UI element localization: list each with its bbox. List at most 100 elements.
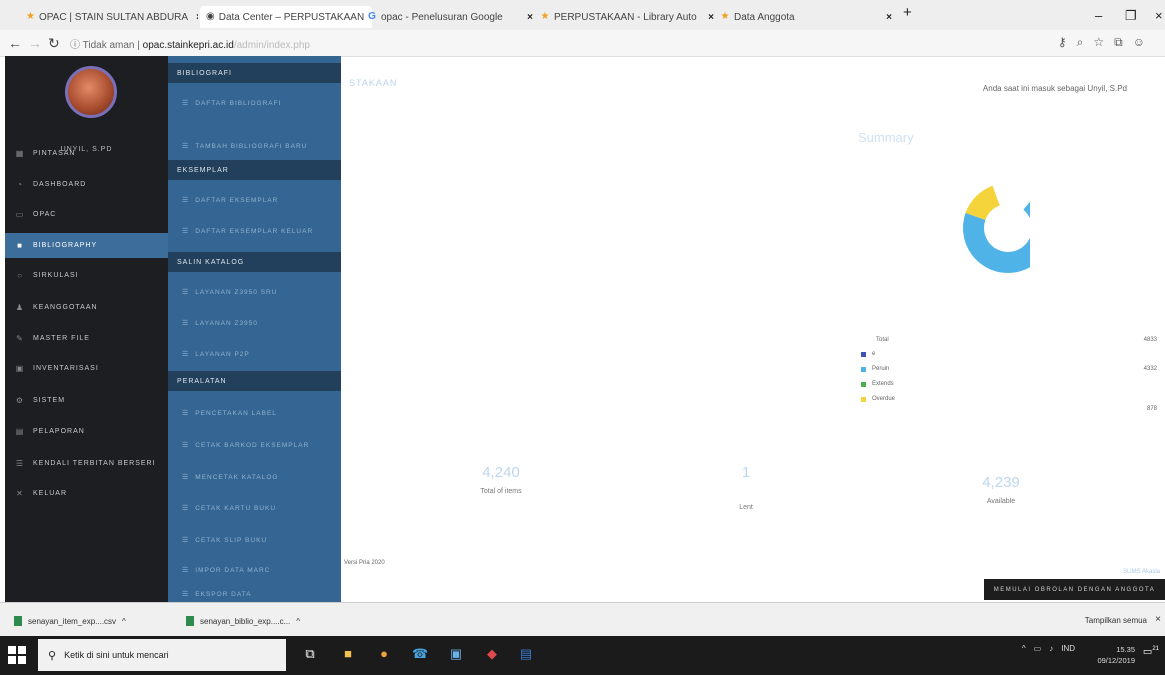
submenu-item-pencetakan-label[interactable]: ☰ PENCETAKAN LABEL [168,403,341,423]
download-filename: senayan_item_exp....csv [28,616,117,626]
volume-icon[interactable]: ♪ [1049,644,1053,653]
monitor-icon: ▭ [15,209,25,219]
close-downloads-icon[interactable]: × [1155,614,1161,625]
sidebar-item-sirkulasi[interactable]: ○ SIRKULASI [5,264,168,286]
search-icon: ⚲ [48,649,57,662]
submenu-item-ekspor-data[interactable]: ☰ EKSPOR DATA [168,584,341,604]
sidebar-item-dashboard[interactable]: ◔ DASHBOARD [5,173,168,195]
taskbar-search-input[interactable]: ⚲ Ketik di sini untuk mencari [38,639,286,671]
media-icon[interactable]: ◆ [484,646,500,662]
submenu-item-p2p[interactable]: ☰ LAYANAN P2P [168,344,341,364]
chat-banner-button[interactable]: MEMULAI OBROLAN DENGAN ANGGOTA [984,579,1165,600]
close-icon[interactable]: × [192,12,198,23]
submenu-item-label: DAFTAR EKSEMPLAR KELUAR [195,227,314,235]
submenu-item-label: CETAK SLIP BUKU [195,536,268,544]
submenu-item-cetak-slip-buku[interactable]: ☰ CETAK SLIP BUKU [168,530,341,550]
legend-swatch [861,351,866,357]
submenu-item-daftar-eksemplar[interactable]: ☰ DAFTAR EKSEMPLAR [168,190,341,210]
plus-icon: ☰ [182,143,190,150]
tab-data-anggota[interactable]: ★ Data Anggota × [720,6,892,28]
url-path: /admin/index.php [233,40,310,51]
minimize-icon[interactable]: – [1095,8,1102,23]
forward-icon[interactable]: → [28,35,42,51]
sidebar-item-bibliography[interactable]: ■ BIBLIOGRAPHY [5,233,168,258]
legend-item[interactable]: Extends [861,381,894,387]
submenu-item-eksemplar-keluar[interactable]: ☰ DAFTAR EKSEMPLAR KELUAR [168,221,341,241]
list-icon: ☰ [182,100,190,107]
legend-item[interactable]: Peruin [861,366,889,372]
submenu-item-z3950[interactable]: ☰ LAYANAN Z3950 [168,313,341,333]
star-icon: ★ [540,11,550,22]
url-field[interactable]: ⓘ Tidak aman | opac.stainkepri.ac.id/adm… [70,36,310,51]
taskbar-clock[interactable]: 15.35 09/12/2019 [1097,644,1135,666]
zoom-icon[interactable]: ⌕ [1077,35,1094,49]
word-icon[interactable]: ▤ [518,646,534,662]
phone-icon[interactable]: ☎ [412,646,428,662]
tab-title: Data Center – PERPUSTAKAAN [218,11,365,23]
close-window-icon[interactable]: × [1155,8,1163,23]
tab-google[interactable]: G opac - Penelusuran Google × [367,6,533,28]
chevron-up-icon[interactable]: ^ [296,617,300,626]
submenu-item-cetak-barkod[interactable]: ☰ CETAK BARKOD EKSEMPLAR [168,435,341,455]
sidebar-item-label: OPAC [33,210,57,218]
extension-icon[interactable]: ⧉ [1114,35,1133,49]
close-icon[interactable]: × [704,12,714,23]
avatar[interactable] [65,66,117,118]
download-item[interactable]: senayan_item_exp....csv ^ [14,616,126,626]
tab-data-center[interactable]: ◉ Data Center – PERPUSTAKAAN × [200,6,372,28]
summary-title: Summary [858,130,914,145]
sidebar-item-keanggotaan[interactable]: ♟ KEANGGOTAAN [5,296,168,318]
submenu-item-label: DAFTAR EKSEMPLAR [195,196,279,204]
chevron-up-icon[interactable]: ^ [122,617,126,626]
profile-icon[interactable]: ☺ [1133,35,1155,49]
key-icon[interactable]: ⚷ [1058,35,1077,49]
close-icon[interactable]: × [882,12,892,23]
file-explorer-icon[interactable]: ■ [340,646,356,662]
sidebar-item-label: INVENTARISASI [33,364,99,372]
chrome-icon[interactable]: ● [376,646,392,662]
close-icon[interactable]: × [523,12,533,23]
bookmark-icon: ■ [17,241,23,250]
sidebar-item-keluar[interactable]: ✕ KELUAR [5,482,168,504]
legend-item[interactable]: e [861,351,875,357]
sidebar-item-sistem[interactable]: ⚙ SISTEM [5,389,168,411]
sidebar-item-pelaporan[interactable]: ▤ PELAPORAN [5,420,168,442]
download-item[interactable]: senayan_biblio_exp....c... ^ [186,616,300,626]
chevron-up-icon[interactable]: ^ [1022,644,1026,653]
submenu-item-cetak-kartu-buku[interactable]: ☰ CETAK KARTU BUKU [168,498,341,518]
sidebar-item-master-file[interactable]: ✎ MASTER FILE [5,327,168,349]
submenu-item-mencetak-katalog[interactable]: ☰ MENCETAK KATALOG [168,467,341,487]
task-view-icon[interactable]: ⧉ [302,646,318,662]
chart-icon: ▤ [15,426,25,436]
reload-icon[interactable]: ↻ [48,35,60,52]
new-tab-button[interactable]: + [903,4,912,21]
sidebar-item-label: KENDALI TERBITAN BERSERI [33,459,156,467]
submenu-item-impor-marc[interactable]: ☰ IMPOR DATA MARC [168,560,341,580]
legend-value: 878 [1146,406,1157,412]
sidebar-item-pintasan[interactable]: ▦ PINTASAN [5,142,168,164]
tab-opac[interactable]: ★ OPAC | STAIN SULTAN ABDURA × [26,6,198,28]
submenu-item-label: PENCETAKAN LABEL [195,409,277,417]
network-icon[interactable]: ▭ [1034,644,1042,653]
back-icon[interactable]: ← [8,35,22,51]
bookmark-star-icon[interactable]: ☆ [1093,35,1114,49]
stat-available-value: 4,239 [982,474,1020,491]
star-icon: ★ [26,11,35,22]
show-all-downloads-link[interactable]: Tampilkan semua [1085,616,1147,625]
tab-perpustakaan[interactable]: ★ PERPUSTAKAAN - Library Auto × [540,6,714,28]
windows-start-icon[interactable] [8,646,26,664]
legend-item[interactable]: Overdue [861,396,895,402]
tab-title: PERPUSTAKAAN - Library Auto [554,11,697,23]
notification-icon[interactable]: ▭21 [1143,646,1159,657]
submenu-item-label: MENCETAK KATALOG [195,473,279,481]
submenu-item-tambah-bibliografi[interactable]: ☰ TAMBAH BIBLIOGRAFI BARU [168,136,341,156]
submenu-item-z3950-sru[interactable]: ☰ LAYANAN Z3950 SRU [168,282,341,302]
restore-icon[interactable]: ❐ [1125,8,1137,24]
sidebar-item-label: KELUAR [33,489,68,497]
submenu-item-daftar-bibliografi[interactable]: ☰ DAFTAR BIBLIOGRAFI [168,93,341,113]
sidebar-item-inventarisasi[interactable]: ▣ INVENTARISASI [5,357,168,379]
language-indicator[interactable]: IND [1061,644,1075,653]
sidebar-item-opac[interactable]: ▭ OPAC [5,203,168,225]
sidebar-item-kendali-terbitan[interactable]: ☰ KENDALI TERBITAN BERSERI [5,452,168,474]
store-icon[interactable]: ▣ [448,646,464,662]
